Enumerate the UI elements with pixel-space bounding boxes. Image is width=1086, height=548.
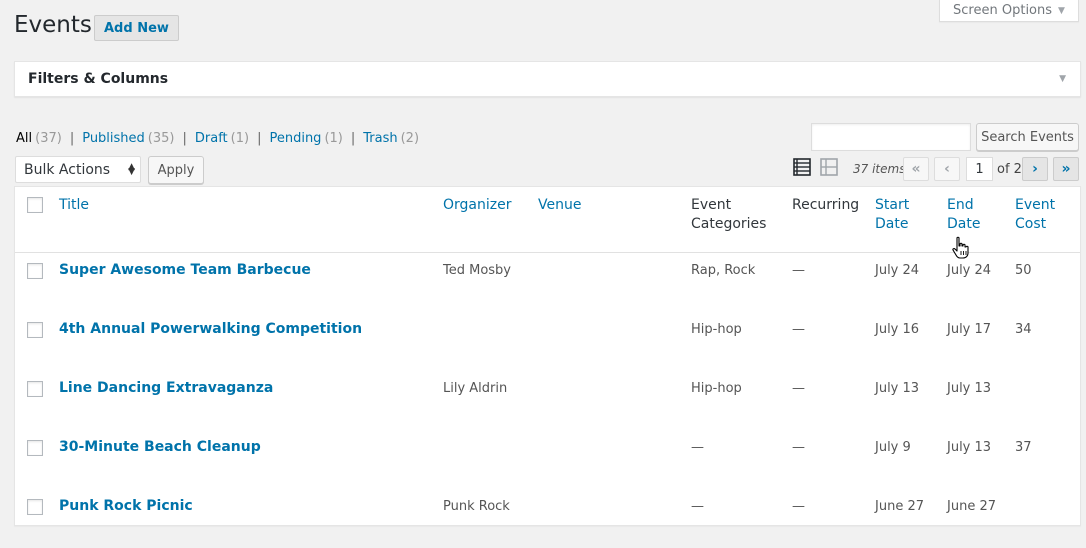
- view-pending-count: (1): [324, 131, 343, 146]
- filters-columns-panel[interactable]: Filters & Columns ▼: [14, 61, 1081, 97]
- event-title-link[interactable]: 30-Minute Beach Cleanup: [59, 439, 261, 455]
- organizer-cell: Ted Mosby: [443, 263, 512, 278]
- start-date-cell: June 27: [875, 499, 924, 514]
- triangle-down-icon: ▼: [1058, 5, 1065, 16]
- end-date-cell: July 17: [947, 322, 992, 337]
- column-categories: Event Categories: [691, 197, 767, 232]
- filters-columns-title: Filters & Columns: [28, 71, 169, 87]
- row-checkbox[interactable]: [27, 499, 43, 515]
- categories-cell: —: [691, 440, 704, 455]
- separator: |: [69, 131, 75, 146]
- view-pending[interactable]: Pending: [269, 131, 321, 146]
- organizer-cell: Punk Rock: [443, 499, 510, 514]
- event-title-link[interactable]: Line Dancing Extravaganza: [59, 380, 273, 396]
- row-checkbox[interactable]: [27, 440, 43, 456]
- select-all-checkbox[interactable]: [27, 197, 43, 213]
- item-count: 37 items: [853, 162, 906, 176]
- screen-options-button[interactable]: Screen Options ▼: [939, 0, 1079, 22]
- next-page-button[interactable]: ›: [1022, 157, 1048, 181]
- screen-options-label: Screen Options: [953, 3, 1053, 18]
- bulk-actions-selected: Bulk Actions: [24, 161, 111, 178]
- apply-button[interactable]: Apply: [148, 156, 204, 184]
- cost-cell: 37: [1015, 440, 1032, 455]
- categories-cell: —: [691, 499, 704, 514]
- start-date-cell: July 16: [875, 322, 920, 337]
- event-title-link[interactable]: Punk Rock Picnic: [59, 498, 193, 514]
- events-table: Title Organizer Venue Event Categories R…: [14, 186, 1081, 526]
- organizer-cell: Lily Aldrin: [443, 381, 508, 396]
- cost-cell: 50: [1015, 263, 1032, 278]
- separator: |: [257, 131, 262, 146]
- end-date-cell: July 24: [947, 263, 992, 278]
- recurring-cell: —: [792, 322, 805, 337]
- end-date-cell: June 27: [947, 499, 996, 514]
- table-row: 4th Annual Powerwalking Competition Hip-…: [15, 312, 1080, 371]
- search-input[interactable]: [811, 123, 971, 151]
- current-page-input[interactable]: 1: [966, 157, 993, 181]
- add-new-button[interactable]: Add New: [94, 15, 179, 41]
- excerpt-view-icon[interactable]: [820, 158, 838, 176]
- cost-cell: 34: [1015, 322, 1032, 337]
- column-venue[interactable]: Venue: [538, 196, 581, 215]
- row-checkbox[interactable]: [27, 381, 43, 397]
- recurring-cell: —: [792, 381, 805, 396]
- event-title-link[interactable]: 4th Annual Powerwalking Competition: [59, 321, 362, 337]
- hand-cursor-icon: [952, 236, 969, 259]
- view-published-count: (35): [147, 131, 175, 146]
- first-page-button: «: [903, 157, 929, 181]
- column-recurring: Recurring: [792, 197, 860, 213]
- recurring-cell: —: [792, 263, 805, 278]
- table-header: Title Organizer Venue Event Categories R…: [15, 187, 1080, 253]
- list-view-icon[interactable]: [793, 158, 811, 176]
- column-event-cost[interactable]: Event Cost: [1015, 196, 1060, 234]
- total-pages: of 2: [997, 162, 1022, 177]
- triangle-down-icon[interactable]: ▼: [1059, 74, 1066, 84]
- start-date-cell: July 24: [875, 263, 920, 278]
- view-all-count: (37): [35, 131, 62, 146]
- separator: |: [182, 131, 187, 146]
- row-checkbox[interactable]: [27, 263, 43, 279]
- view-published[interactable]: Published: [82, 131, 145, 146]
- table-row: Line Dancing Extravaganza Lily Aldrin Hi…: [15, 371, 1080, 430]
- column-organizer[interactable]: Organizer: [443, 196, 511, 215]
- start-date-cell: July 9: [875, 440, 911, 455]
- table-row: 30-Minute Beach Cleanup — — July 9 July …: [15, 430, 1080, 489]
- select-arrows-icon: ▲ ▼: [128, 161, 135, 177]
- table-row: Super Awesome Team Barbecue Ted Mosby Ra…: [15, 253, 1080, 312]
- page-title: Events: [14, 12, 92, 38]
- prev-page-button: ‹: [934, 157, 960, 181]
- separator: |: [350, 131, 356, 146]
- view-draft[interactable]: Draft: [195, 131, 228, 146]
- view-trash-count: (2): [400, 131, 420, 146]
- row-checkbox[interactable]: [27, 322, 43, 338]
- start-date-cell: July 13: [875, 381, 920, 396]
- event-title-link[interactable]: Super Awesome Team Barbecue: [59, 262, 311, 278]
- column-end-date[interactable]: End Date: [947, 196, 987, 234]
- end-date-cell: July 13: [947, 440, 992, 455]
- column-title[interactable]: Title: [59, 196, 89, 215]
- bulk-actions-select[interactable]: Bulk Actions ▲ ▼: [15, 156, 141, 183]
- view-trash[interactable]: Trash: [363, 131, 397, 146]
- recurring-cell: —: [792, 440, 805, 455]
- categories-cell: Hip-hop: [691, 381, 742, 396]
- column-start-date[interactable]: Start Date: [875, 196, 920, 234]
- table-row: Punk Rock Picnic Punk Rock — — June 27 J…: [15, 489, 1080, 548]
- categories-cell: Rap, Rock: [691, 263, 756, 278]
- view-all[interactable]: All: [16, 131, 32, 146]
- last-page-button[interactable]: »: [1053, 157, 1079, 181]
- end-date-cell: July 13: [947, 381, 992, 396]
- view-draft-count: (1): [230, 131, 250, 146]
- categories-cell: Hip-hop: [691, 322, 742, 337]
- status-views: All (37) | Published (35) | Draft (1) | Pen…: [16, 131, 419, 146]
- search-events-button[interactable]: Search Events: [976, 123, 1079, 151]
- recurring-cell: —: [792, 499, 805, 514]
